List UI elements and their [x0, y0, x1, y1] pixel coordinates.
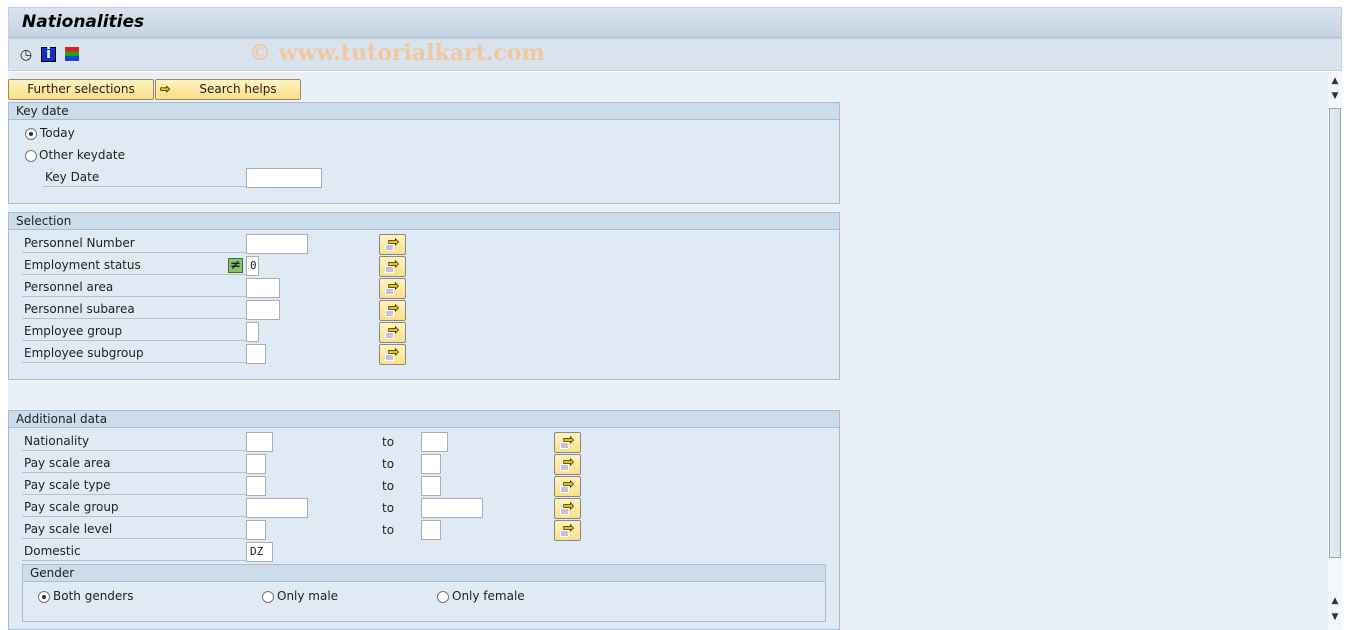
multiple-selection-button[interactable]: ➡: [379, 278, 406, 299]
additional-row-label: Pay scale level: [22, 519, 246, 539]
vertical-scrollbar[interactable]: ▲ ▼ ▲ ▼: [1328, 72, 1342, 630]
search-helps-button[interactable]: ➡ Search helps: [155, 79, 301, 100]
selection-row-input[interactable]: 0: [246, 256, 259, 276]
to-label: to: [382, 523, 395, 537]
page-title: Nationalities: [22, 12, 145, 32]
only-male-label: Only male: [277, 589, 339, 603]
multiple-selection-button[interactable]: ➡: [379, 234, 406, 255]
arrow-right-icon: ➡: [563, 499, 575, 515]
selection-row-label: Personnel area: [22, 277, 246, 297]
both-genders-label: Both genders: [53, 589, 134, 603]
multiple-selection-button[interactable]: ➡: [379, 322, 406, 343]
gender-header: Gender: [23, 565, 825, 582]
arrow-right-icon: ➡: [563, 477, 575, 493]
today-label: Today: [40, 126, 75, 140]
range-to-input[interactable]: [421, 476, 441, 496]
selection-row-label: Employee group: [22, 321, 246, 341]
not-equal-icon[interactable]: ≠: [228, 258, 243, 273]
selection-row-input[interactable]: [246, 300, 280, 320]
range-to-input[interactable]: [421, 498, 483, 518]
only-female-label: Only female: [452, 589, 525, 603]
multiple-selection-button[interactable]: ➡: [554, 432, 581, 453]
selection-row-label: Personnel subarea: [22, 299, 246, 319]
additional-row-label: Pay scale area: [22, 453, 246, 473]
arrow-right-icon: ➡: [563, 521, 575, 537]
to-label: to: [382, 457, 395, 471]
gender-frame: Gender: [22, 564, 826, 622]
multiple-selection-button[interactable]: ➡: [554, 454, 581, 475]
only-female-radio[interactable]: [437, 591, 449, 603]
selection-row-label: Employee subgroup: [22, 343, 246, 363]
range-from-input[interactable]: [246, 498, 308, 518]
both-genders-radio[interactable]: [38, 591, 50, 603]
other-keydate-radio[interactable]: [25, 150, 37, 162]
to-label: to: [382, 501, 395, 515]
selection-row-label: Personnel Number: [22, 233, 246, 253]
selection-options-icon[interactable]: [65, 47, 79, 61]
key-date-frame: Key date: [8, 102, 840, 204]
application-toolbar: ◷ i © www.tutorialkart.com: [8, 38, 1342, 71]
arrow-right-icon: ➡: [388, 257, 400, 273]
only-male-radio[interactable]: [262, 591, 274, 603]
arrow-right-icon: ➡: [388, 301, 400, 317]
multiple-selection-button[interactable]: ➡: [379, 256, 406, 277]
to-label: to: [382, 435, 395, 449]
title-bar: Nationalities: [8, 7, 1342, 38]
scroll-thumb[interactable]: [1329, 108, 1341, 558]
range-from-input[interactable]: [246, 520, 266, 540]
multiple-selection-button[interactable]: ➡: [554, 520, 581, 541]
page-up-icon[interactable]: ▲: [1328, 594, 1342, 608]
arrow-right-icon: ➡: [563, 433, 575, 449]
page-down-icon[interactable]: ▼: [1328, 610, 1342, 624]
range-from-input[interactable]: [246, 432, 273, 452]
selection-row-input[interactable]: [246, 322, 259, 342]
selection-row-input[interactable]: [246, 234, 308, 254]
arrow-right-icon: ➡: [388, 345, 400, 361]
scroll-down-icon[interactable]: ▼: [1328, 89, 1342, 103]
execute-clock-icon[interactable]: ◷: [17, 46, 35, 64]
selection-row-label: Employment status: [22, 255, 246, 275]
arrow-right-icon: ➡: [388, 235, 400, 251]
selection-row-input[interactable]: [246, 344, 266, 364]
scroll-up-icon[interactable]: ▲: [1328, 74, 1342, 88]
selection-row-input[interactable]: [246, 278, 280, 298]
info-icon[interactable]: i: [41, 47, 56, 62]
arrow-right-icon: ➡: [563, 455, 575, 471]
multiple-selection-button[interactable]: ➡: [554, 498, 581, 519]
watermark: © www.tutorialkart.com: [249, 40, 545, 66]
multiple-selection-button[interactable]: ➡: [554, 476, 581, 497]
other-keydate-label: Other keydate: [39, 148, 125, 162]
further-selections-button[interactable]: Further selections: [8, 79, 154, 100]
range-from-input[interactable]: [246, 454, 266, 474]
multiple-selection-button[interactable]: ➡: [379, 344, 406, 365]
additional-row-label: Pay scale group: [22, 497, 246, 517]
arrow-right-icon: ➡: [160, 82, 171, 97]
today-radio[interactable]: [25, 128, 37, 140]
range-to-input[interactable]: [421, 432, 448, 452]
additional-row-label: Nationality: [22, 431, 246, 451]
additional-data-header: Additional data: [9, 411, 839, 428]
key-date-header: Key date: [9, 103, 839, 120]
range-to-input[interactable]: [421, 454, 441, 474]
search-helps-label: Search helps: [199, 82, 277, 96]
domestic-label: Domestic: [22, 541, 246, 561]
selection-header: Selection: [9, 213, 839, 230]
key-date-input[interactable]: [246, 168, 322, 188]
key-date-label: Key Date: [43, 167, 246, 187]
range-to-input[interactable]: [421, 520, 441, 540]
multiple-selection-button[interactable]: ➡: [379, 300, 406, 321]
arrow-right-icon: ➡: [388, 279, 400, 295]
additional-row-label: Pay scale type: [22, 475, 246, 495]
range-from-input[interactable]: [246, 476, 266, 496]
to-label: to: [382, 479, 395, 493]
domestic-input[interactable]: DZ: [246, 542, 273, 562]
arrow-right-icon: ➡: [388, 323, 400, 339]
